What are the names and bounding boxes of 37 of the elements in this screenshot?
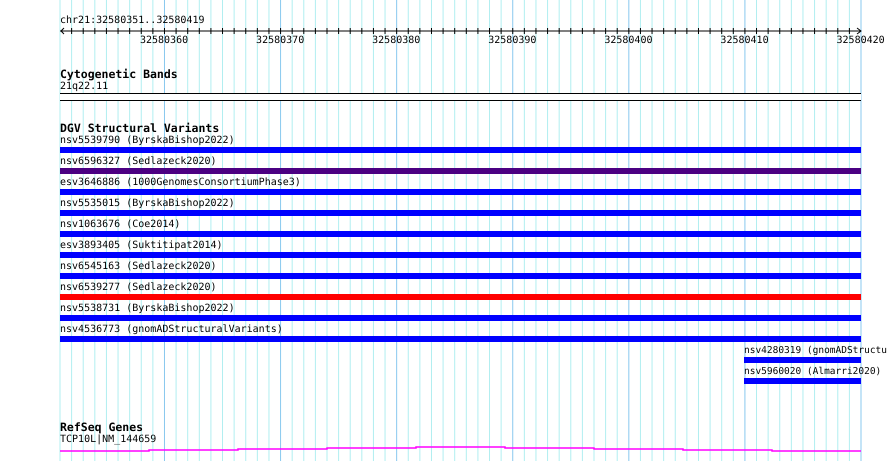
variant-label: nsv6545163 (Sedlazeck2020) — [60, 261, 217, 273]
variant-bar[interactable] — [60, 210, 861, 216]
variant-label: nsv5538731 (ByrskaBishop2022) — [60, 303, 235, 315]
variant-bar[interactable] — [744, 357, 861, 363]
variant-bar[interactable] — [744, 378, 861, 384]
tick-label: 32580390 — [488, 35, 536, 47]
tick-label: 32580380 — [372, 35, 420, 47]
variant-label: nsv6596327 (Sedlazeck2020) — [60, 156, 217, 168]
variant-bar[interactable] — [60, 168, 861, 174]
tick-label: 32580400 — [604, 35, 652, 47]
variant-bar[interactable] — [60, 336, 861, 342]
track-title: Cytogenetic Bands — [60, 68, 178, 81]
variant-bar[interactable] — [60, 189, 861, 195]
variant-bar[interactable] — [60, 252, 861, 258]
variant-label: nsv5960020 (Almarri2020) — [744, 366, 882, 378]
variant-label: nsv6539277 (Sedlazeck2020) — [60, 282, 217, 294]
variant-label: nsv1063676 (Coe2014) — [60, 219, 180, 231]
variant-label: esv3646886 (1000GenomesConsortiumPhase3) — [60, 177, 301, 189]
gene-label: TCP10L|NM_144659 — [60, 434, 156, 445]
position-label: chr21:32580351..32580419 — [60, 15, 204, 27]
variant-bar[interactable] — [60, 147, 861, 153]
variant-bar[interactable] — [60, 315, 861, 321]
variant-bar[interactable] — [60, 273, 861, 279]
variant-label: nsv4536773 (gnomADStructuralVariants) — [60, 324, 283, 336]
track-title: RefSeq Genes — [60, 421, 144, 434]
variant-label: esv3893405 (Suktitipat2014) — [60, 240, 223, 252]
variant-label: nsv5535015 (ByrskaBishop2022) — [60, 198, 235, 210]
variant-label: nsv5539790 (ByrskaBishop2022) — [60, 135, 235, 147]
tick-label: 32580370 — [256, 35, 304, 47]
tick-label: 32580360 — [140, 35, 188, 47]
variant-label: nsv4280319 (gnomADStructu — [744, 345, 887, 357]
tick-label: 32580410 — [720, 35, 769, 47]
track-title: DGV Structural Variants — [60, 122, 220, 135]
band-label: 21q22.11 — [60, 81, 108, 92]
tick-label: 32580420 — [836, 35, 885, 47]
variant-bar[interactable] — [60, 231, 861, 237]
variant-bar[interactable] — [60, 294, 861, 300]
